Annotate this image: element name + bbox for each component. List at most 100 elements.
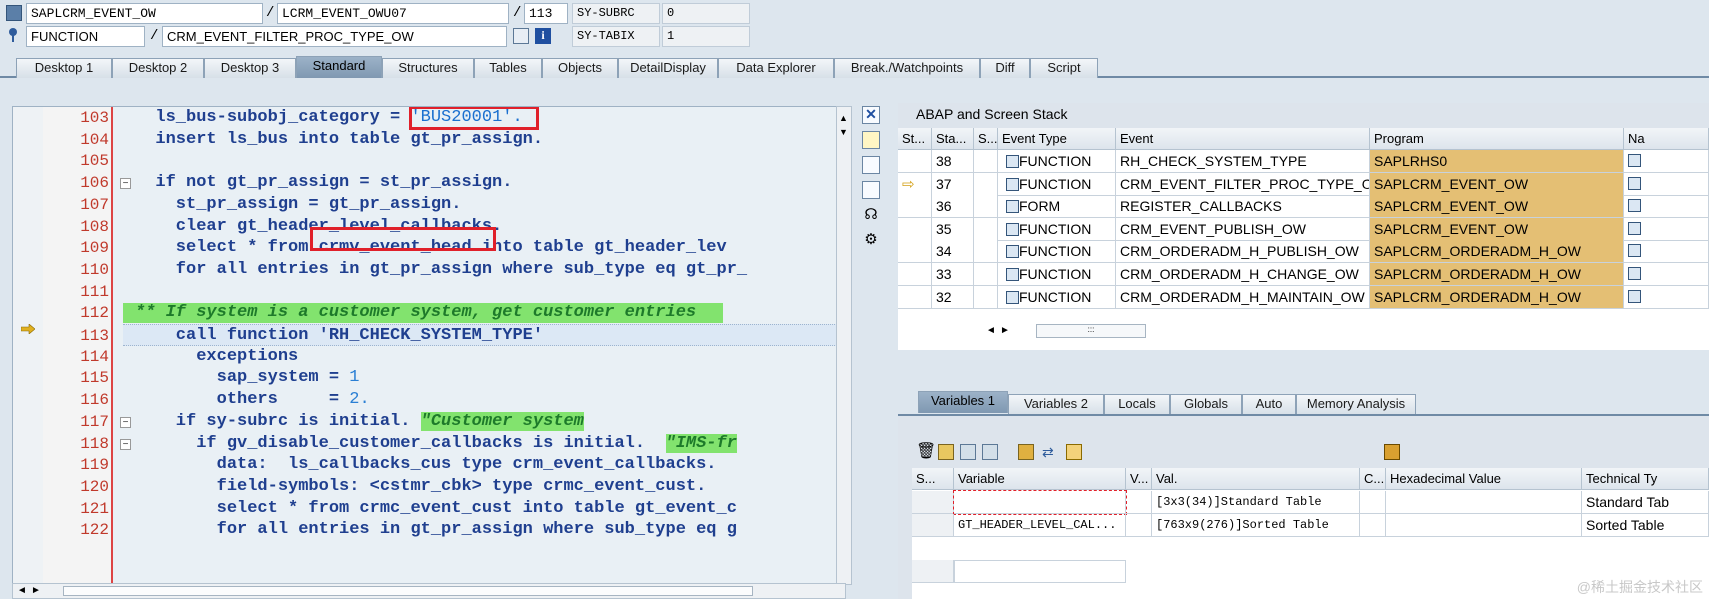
stack-level[interactable]: 33 bbox=[932, 263, 974, 286]
settings-icon[interactable]: ⚙ bbox=[862, 231, 880, 249]
variable-column-header[interactable]: C... bbox=[1360, 468, 1386, 490]
close-icon[interactable]: ✕ bbox=[862, 106, 880, 124]
variable-v[interactable] bbox=[1126, 514, 1152, 537]
scroll-right-icon[interactable]: ► bbox=[31, 585, 41, 596]
variable-c[interactable] bbox=[1360, 491, 1386, 514]
stack-nav[interactable] bbox=[1624, 195, 1709, 219]
stack-scroll-left-icon[interactable]: ◄ bbox=[986, 325, 996, 336]
stack-program[interactable]: SAPLRHS0 bbox=[1370, 150, 1624, 173]
stack-scroll-right-icon[interactable]: ► bbox=[1000, 325, 1010, 336]
stack-event[interactable]: RH_CHECK_SYSTEM_TYPE bbox=[1116, 150, 1370, 173]
tab-standard[interactable]: Standard bbox=[296, 56, 382, 78]
stack-program[interactable]: SAPLCRM_EVENT_OW bbox=[1370, 217, 1624, 241]
stack-status[interactable] bbox=[974, 172, 998, 196]
code-line[interactable]: 111 bbox=[13, 281, 845, 303]
trash-icon[interactable]: 🗑 bbox=[916, 444, 936, 460]
variable-hex[interactable] bbox=[1386, 491, 1582, 514]
tab-desktop-1[interactable]: Desktop 1 bbox=[16, 58, 112, 78]
code-line[interactable]: 110 for all entries in gt_pr_assign wher… bbox=[13, 259, 845, 281]
stack-column-header[interactable]: St... bbox=[898, 128, 932, 150]
stack-program[interactable]: SAPLCRM_ORDERADM_H_OW bbox=[1370, 285, 1624, 309]
fold-toggle-icon[interactable]: − bbox=[120, 178, 131, 190]
fold-toggle-icon[interactable]: − bbox=[120, 438, 131, 450]
stack-column-header[interactable]: Event bbox=[1116, 128, 1370, 150]
stack-nav[interactable] bbox=[1624, 263, 1709, 286]
variable-hex[interactable] bbox=[1386, 514, 1582, 537]
headset-icon[interactable]: ☊ bbox=[862, 206, 880, 224]
code-line[interactable]: 121 select * from crmc_event_cust into t… bbox=[13, 498, 845, 520]
include-field[interactable]: LCRM_EVENT_OWU07 bbox=[277, 3, 509, 24]
tab-breakpoints[interactable]: Break./Watchpoints bbox=[834, 58, 980, 78]
swap-icon[interactable] bbox=[862, 156, 880, 174]
stack-nav[interactable] bbox=[1624, 150, 1709, 173]
stack-column-header[interactable]: Sta... bbox=[932, 128, 974, 150]
code-horizontal-scrollbar[interactable]: ◄ ► bbox=[12, 583, 846, 599]
code-line[interactable]: 104 insert ls_bus into table gt_pr_assig… bbox=[13, 129, 845, 151]
tab-detaildisplay[interactable]: DetailDisplay bbox=[618, 58, 718, 78]
source-code-editor[interactable]: 103 ls_bus-subobj_category = 'BUS20001'.… bbox=[12, 106, 846, 585]
variable-v[interactable] bbox=[1126, 491, 1152, 514]
stack-row-marker[interactable] bbox=[898, 217, 932, 241]
stack-program[interactable]: SAPLCRM_EVENT_OW bbox=[1370, 172, 1624, 196]
stack-event-type[interactable]: FUNCTION bbox=[998, 150, 1116, 173]
code-line[interactable]: 106− if not gt_pr_assign = st_pr_assign. bbox=[13, 172, 845, 194]
code-line[interactable]: 118− if gv_disable_customer_callbacks is… bbox=[13, 433, 845, 455]
stack-event-type[interactable]: FUNCTION bbox=[998, 240, 1116, 264]
stack-event[interactable]: CRM_ORDERADM_H_MAINTAIN_OW bbox=[1116, 285, 1370, 309]
scroll-left-icon[interactable]: ◄ bbox=[17, 585, 27, 596]
stack-row-marker[interactable] bbox=[898, 195, 932, 219]
stack-column-header[interactable]: Program bbox=[1370, 128, 1624, 150]
stack-status[interactable] bbox=[974, 217, 998, 241]
stack-program[interactable]: SAPLCRM_ORDERADM_H_OW bbox=[1370, 263, 1624, 286]
event-field[interactable]: CRM_EVENT_FILTER_PROC_TYPE_OW bbox=[162, 26, 507, 47]
code-line[interactable]: 122 for all entries in gt_pr_assign wher… bbox=[13, 519, 845, 541]
variable-column-header[interactable]: S... bbox=[912, 468, 954, 490]
stack-event[interactable]: CRM_EVENT_FILTER_PROC_TYPE_OW bbox=[1116, 172, 1370, 196]
code-line[interactable]: 120 field-symbols: <cstmr_cbk> type crmc… bbox=[13, 476, 845, 498]
navigate-icon[interactable] bbox=[1628, 221, 1641, 235]
variable-c[interactable] bbox=[1360, 514, 1386, 537]
variable-name[interactable]: GT_HEADER_LEVEL_CAL... bbox=[954, 514, 1126, 537]
stack-event-type[interactable]: FUNCTION bbox=[998, 285, 1116, 309]
stack-event-type[interactable]: FUNCTION bbox=[998, 172, 1116, 196]
variable-column-header[interactable]: Technical Ty bbox=[1582, 468, 1709, 490]
tab-variables-1[interactable]: Variables 1 bbox=[918, 391, 1008, 413]
variable-technical-type[interactable]: Standard Tab bbox=[1582, 491, 1709, 514]
variable-column-header[interactable]: Val. bbox=[1152, 468, 1360, 490]
code-line[interactable]: 113 call function 'RH_CHECK_SYSTEM_TYPE' bbox=[80, 324, 845, 346]
code-line[interactable]: 116 others = 2. bbox=[13, 389, 845, 411]
stack-program[interactable]: SAPLCRM_EVENT_OW bbox=[1370, 195, 1624, 219]
scroll-down-icon[interactable]: ▼ bbox=[839, 127, 848, 137]
table-display-icon[interactable] bbox=[513, 28, 529, 44]
stack-row-marker[interactable] bbox=[898, 240, 932, 264]
stack-level[interactable]: 34 bbox=[932, 240, 974, 264]
info-icon[interactable]: i bbox=[535, 28, 551, 44]
code-line[interactable]: 115 sap_system = 1 bbox=[13, 367, 845, 389]
stack-level[interactable]: 38 bbox=[932, 150, 974, 173]
stack-status[interactable] bbox=[974, 285, 998, 309]
tab-structures[interactable]: Structures bbox=[382, 58, 474, 78]
tab-script[interactable]: Script bbox=[1030, 58, 1098, 78]
stack-event-type[interactable]: FORM bbox=[998, 195, 1116, 219]
variable-column-header[interactable]: Hexadecimal Value bbox=[1386, 468, 1582, 490]
code-vertical-scrollbar[interactable]: ▲ ▼ bbox=[836, 106, 852, 585]
stack-nav[interactable] bbox=[1624, 285, 1709, 309]
variable-input[interactable] bbox=[954, 560, 1126, 583]
program-field[interactable]: SAPLCRM_EVENT_OW bbox=[26, 3, 263, 24]
code-line[interactable]: 105 bbox=[13, 150, 845, 172]
tab-desktop-3[interactable]: Desktop 3 bbox=[204, 58, 296, 78]
scroll-up-icon[interactable]: ▲ bbox=[839, 113, 848, 123]
variable-column-header[interactable]: V... bbox=[1126, 468, 1152, 490]
stack-nav[interactable] bbox=[1624, 217, 1709, 241]
tab-locals[interactable]: Locals bbox=[1104, 394, 1170, 414]
stack-row-marker[interactable] bbox=[898, 263, 932, 286]
stack-nav[interactable] bbox=[1624, 240, 1709, 264]
stack-event-type[interactable]: FUNCTION bbox=[998, 217, 1116, 241]
tab-data-explorer[interactable]: Data Explorer bbox=[718, 58, 834, 78]
stack-nav[interactable] bbox=[1624, 172, 1709, 196]
navigate-icon[interactable] bbox=[1628, 154, 1641, 167]
stack-program[interactable]: SAPLCRM_ORDERADM_H_OW bbox=[1370, 240, 1624, 264]
navigate-icon[interactable] bbox=[1628, 267, 1641, 280]
stack-status[interactable] bbox=[974, 263, 998, 286]
code-line[interactable]: 114 exceptions bbox=[13, 346, 845, 368]
